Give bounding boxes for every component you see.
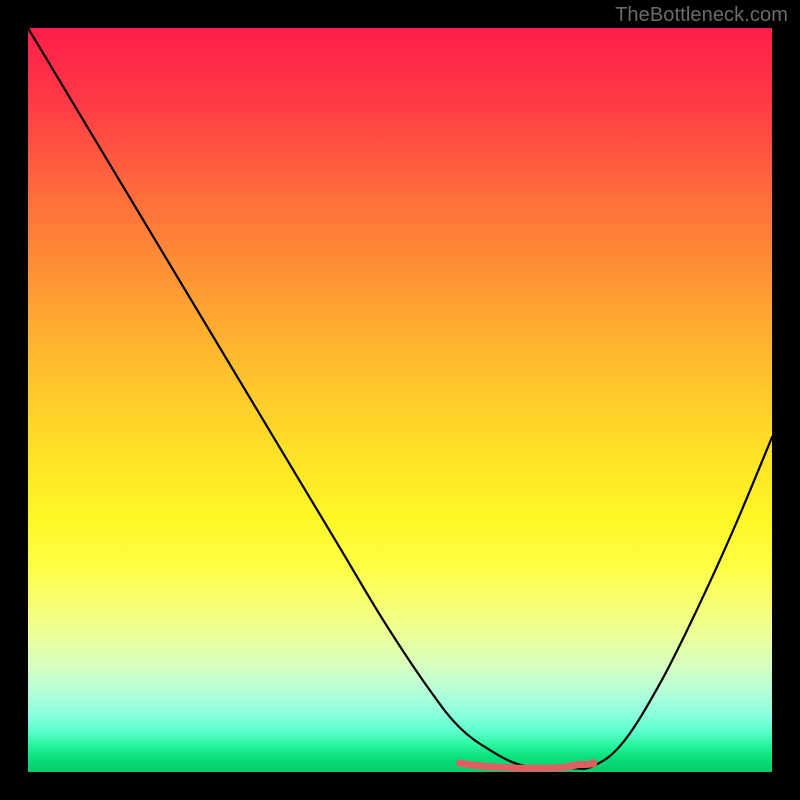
chart-frame: TheBottleneck.com [0, 0, 800, 800]
chart-svg [28, 28, 772, 772]
marker-dot [589, 759, 597, 767]
watermark-text: TheBottleneck.com [615, 4, 788, 27]
near-zero-band [460, 763, 594, 768]
curve-line [28, 28, 772, 769]
plot-area [28, 28, 772, 772]
